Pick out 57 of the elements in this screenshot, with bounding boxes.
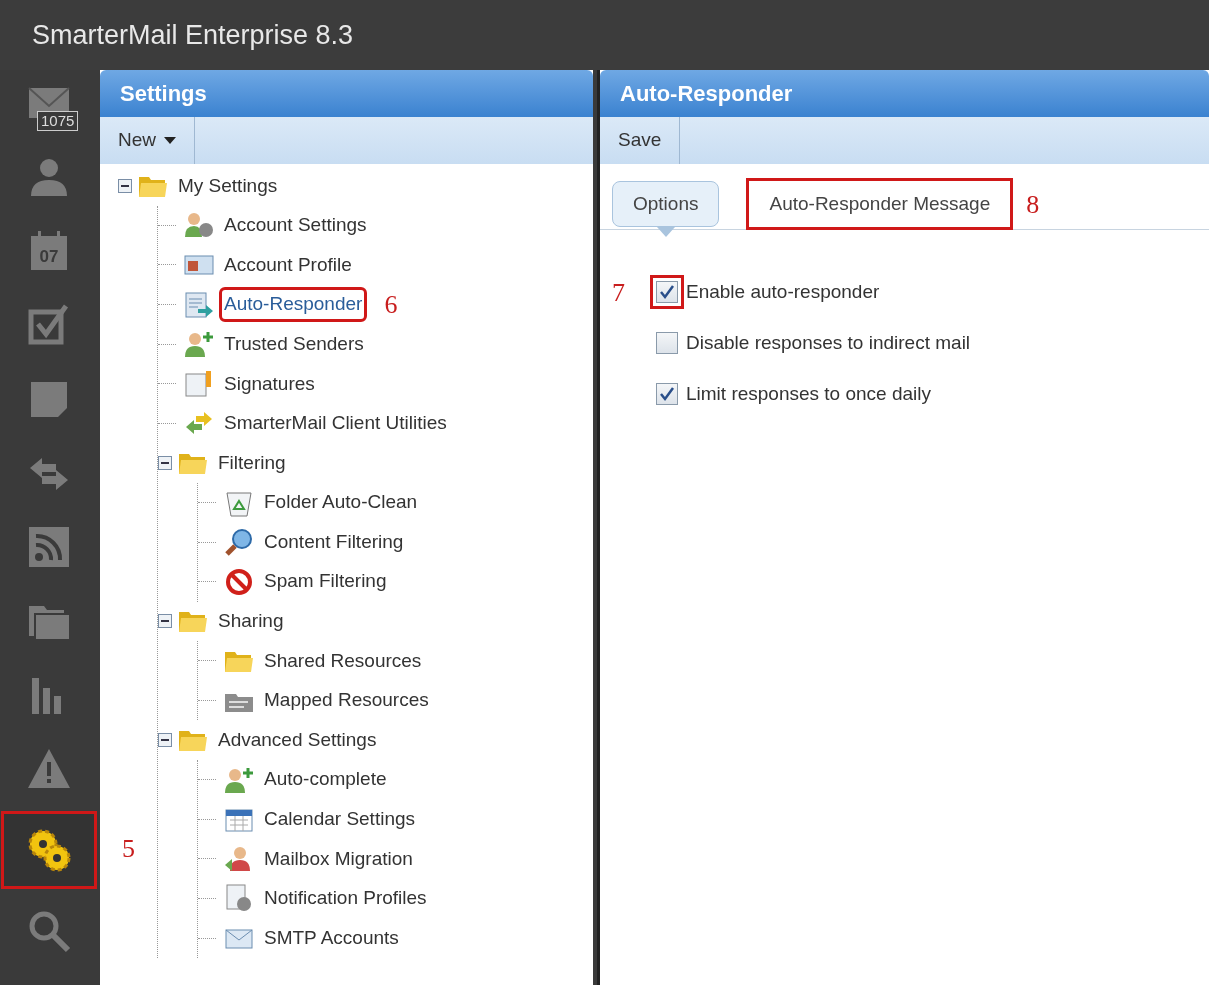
tree-item[interactable]: Account Profile — [222, 250, 354, 280]
user-gear-icon — [184, 211, 214, 240]
calendar-day: 07 — [39, 244, 59, 270]
annotation-number: 6 — [384, 291, 398, 318]
check-icon — [659, 386, 675, 402]
tree-item[interactable]: Sharing — [216, 607, 286, 636]
tab[interactable]: Auto-Responder Message — [749, 181, 1011, 227]
rss-icon — [26, 524, 72, 570]
rail-button[interactable] — [4, 814, 94, 886]
collapse-toggle[interactable] — [158, 614, 172, 629]
annotation-number: 7 — [612, 278, 625, 307]
tree-item[interactable]: Folder Auto-Clean — [262, 488, 420, 517]
tree-item[interactable]: Shared Resources — [262, 646, 424, 676]
tree-item[interactable]: SMTP Accounts — [262, 923, 401, 953]
checkbox[interactable] — [656, 383, 678, 405]
rail-button[interactable]: 1075 — [4, 74, 94, 132]
toolbar-button[interactable]: New — [100, 117, 195, 164]
checkbox-label: Limit responses to once daily — [686, 381, 931, 406]
collapse-toggle[interactable] — [118, 178, 132, 193]
user-plus-icon — [224, 765, 254, 794]
app-title: SmarterMail Enterprise 8.3 — [32, 18, 354, 52]
tree-item[interactable]: Notification Profiles — [262, 884, 429, 913]
check-icon — [659, 284, 675, 300]
tree-item[interactable]: Mapped Resources — [262, 686, 431, 715]
annotation-number: 8 — [1026, 192, 1040, 218]
panel-title: Settings — [120, 80, 207, 108]
collapse-toggle[interactable] — [158, 733, 172, 748]
document-gear-icon — [224, 884, 254, 913]
caret-icon — [164, 137, 176, 144]
magnifier-icon — [224, 528, 254, 557]
tree-item[interactable]: SmarterMail Client Utilities — [222, 409, 449, 438]
tree-item[interactable]: Advanced Settings — [216, 725, 379, 755]
unread-badge: 1075 — [37, 111, 79, 131]
checkbox[interactable] — [656, 332, 678, 354]
tree-item[interactable]: My Settings — [176, 171, 280, 201]
tree-item[interactable]: Content Filtering — [262, 527, 406, 557]
tab-pointer-icon — [656, 227, 675, 237]
toolbar-button[interactable]: Save — [600, 117, 681, 164]
tree-item[interactable]: Calendar Settings — [262, 805, 418, 834]
tree-item[interactable]: Account Settings — [222, 211, 369, 240]
tree-item[interactable]: Signatures — [222, 369, 317, 398]
document-arrow-icon — [184, 290, 214, 319]
document-pen-icon — [184, 369, 214, 398]
user-plus-icon — [184, 330, 214, 359]
prohibited-icon — [224, 567, 254, 596]
checkbox-label: Disable responses to indirect mail — [686, 330, 971, 355]
tree-item[interactable]: Spam Filtering — [262, 567, 389, 596]
annotation-number: 5 — [122, 834, 135, 863]
checkbox-label: Enable auto-responder — [686, 279, 880, 304]
panel-title: Auto-Responder — [620, 80, 793, 108]
gears-icon — [26, 827, 72, 873]
tree-item[interactable]: Filtering — [216, 448, 288, 478]
tree-item[interactable]: Trusted Senders — [222, 329, 366, 359]
tree-item[interactable]: Auto-Responder — [222, 290, 365, 319]
tree-item[interactable]: Auto-complete — [262, 765, 389, 794]
collapse-toggle[interactable] — [158, 455, 172, 470]
tree-item[interactable]: Mailbox Migration — [262, 844, 415, 874]
